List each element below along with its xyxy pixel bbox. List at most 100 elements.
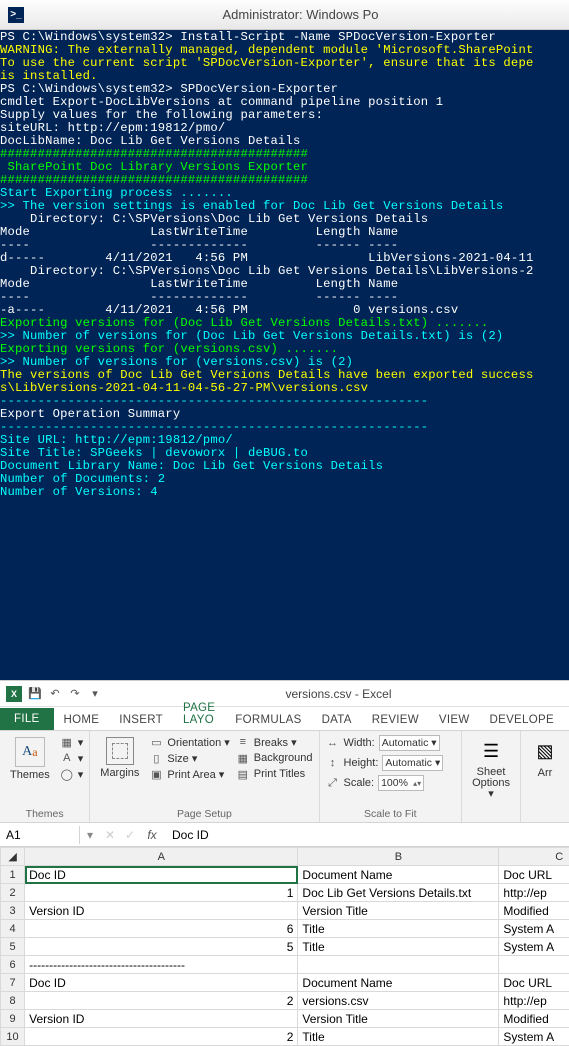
row-header[interactable]: 8: [1, 992, 25, 1010]
row-header[interactable]: 6: [1, 956, 25, 974]
row-header[interactable]: 1: [1, 866, 25, 884]
cell[interactable]: 2: [25, 992, 298, 1010]
orientation-button[interactable]: ▭Orientation ▾: [149, 735, 229, 749]
tab-developer[interactable]: DEVELOPE: [480, 710, 564, 730]
row-header[interactable]: 3: [1, 902, 25, 920]
theme-fonts-button[interactable]: A▾: [60, 751, 84, 765]
row-header[interactable]: 5: [1, 938, 25, 956]
effects-icon: ◯: [60, 767, 74, 781]
cell[interactable]: Version ID: [25, 1010, 298, 1028]
arrange-button[interactable]: ▧ Arr: [527, 735, 563, 781]
cell[interactable]: 6: [25, 920, 298, 938]
theme-colors-button[interactable]: ▦▾: [60, 735, 84, 749]
select-all-corner[interactable]: ◢: [1, 848, 25, 866]
cell[interactable]: Version ID: [25, 902, 298, 920]
themes-label: Themes: [10, 769, 50, 781]
ribbon-group-page-setup: Margins ▭Orientation ▾ ▯Size ▾ ▣Print Ar…: [90, 731, 319, 822]
row-header[interactable]: 9: [1, 1010, 25, 1028]
spreadsheet-grid[interactable]: ◢ABC 1Doc IDDocument NameDoc URL21Doc Li…: [0, 847, 569, 1046]
size-button[interactable]: ▯Size ▾: [149, 751, 229, 765]
redo-icon[interactable]: ↷: [68, 687, 82, 701]
sheet-options-label: SheetOptions ▾: [472, 767, 510, 800]
name-box[interactable]: A1: [0, 826, 80, 844]
cell[interactable]: Document Name: [298, 974, 499, 992]
cell[interactable]: System A: [499, 920, 569, 938]
cell[interactable]: Doc Lib Get Versions Details.txt: [298, 884, 499, 902]
width-icon: ↔: [326, 736, 340, 750]
tab-view[interactable]: VIEW: [429, 710, 480, 730]
cell[interactable]: Doc ID: [25, 974, 298, 992]
themes-button[interactable]: Aa Themes: [6, 735, 54, 783]
breaks-button[interactable]: ≡Breaks ▾: [236, 735, 313, 749]
undo-icon[interactable]: ↶: [48, 687, 62, 701]
background-button[interactable]: ▦Background: [236, 751, 313, 765]
cell[interactable]: Version Title: [298, 1010, 499, 1028]
cell[interactable]: Doc ID: [25, 866, 298, 884]
enter-formula-icon[interactable]: ✓: [120, 828, 140, 842]
powershell-titlebar[interactable]: >_ Administrator: Windows Po: [0, 0, 569, 30]
table-row: 46TitleSystem A: [1, 920, 569, 938]
cell[interactable]: Modified: [499, 902, 569, 920]
cell[interactable]: ---------------------------------------: [25, 956, 298, 974]
column-header[interactable]: B: [298, 848, 499, 866]
excel-logo-icon: X: [6, 686, 22, 702]
cell[interactable]: Modified: [499, 1010, 569, 1028]
terminal-line: Number of Versions: 4: [0, 486, 569, 499]
cell[interactable]: [298, 956, 499, 974]
cell[interactable]: Document Name: [298, 866, 499, 884]
cell[interactable]: 2: [25, 1028, 298, 1046]
cell[interactable]: 1: [25, 884, 298, 902]
tab-page-layout[interactable]: PAGE LAYO: [173, 698, 225, 730]
qat-customize-icon[interactable]: ▾: [88, 687, 102, 701]
row-header[interactable]: 2: [1, 884, 25, 902]
print-titles-button[interactable]: ▤Print Titles: [236, 767, 313, 781]
cell[interactable]: System A: [499, 938, 569, 956]
tab-data[interactable]: DATA: [312, 710, 362, 730]
formula-bar: A1 ▾ ✕ ✓ fx Doc ID: [0, 823, 569, 847]
scale-spinner[interactable]: 100%▴▾: [378, 775, 424, 791]
row-header[interactable]: 4: [1, 920, 25, 938]
width-combo[interactable]: Automatic ▾: [379, 735, 440, 751]
row-header[interactable]: 7: [1, 974, 25, 992]
cell[interactable]: versions.csv: [298, 992, 499, 1010]
formula-value[interactable]: Doc ID: [164, 826, 569, 844]
cell[interactable]: Version Title: [298, 902, 499, 920]
theme-effects-button[interactable]: ◯▾: [60, 767, 84, 781]
cell[interactable]: http://ep: [499, 884, 569, 902]
name-box-dropdown-icon[interactable]: ▾: [80, 828, 100, 842]
tab-power-query[interactable]: POWER QU: [564, 698, 569, 730]
column-header[interactable]: C: [499, 848, 569, 866]
cell[interactable]: Doc URL: [499, 866, 569, 884]
fx-icon[interactable]: fx: [140, 828, 164, 842]
cell[interactable]: Title: [298, 920, 499, 938]
row-header[interactable]: 10: [1, 1028, 25, 1046]
margins-icon: [106, 737, 134, 765]
cell[interactable]: [499, 956, 569, 974]
cell[interactable]: Title: [298, 1028, 499, 1046]
tab-review[interactable]: REVIEW: [362, 710, 429, 730]
cancel-formula-icon[interactable]: ✕: [100, 828, 120, 842]
print-area-button[interactable]: ▣Print Area ▾: [149, 767, 229, 781]
powershell-window: >_ Administrator: Windows Po PS C:\Windo…: [0, 0, 569, 680]
cell[interactable]: Doc URL: [499, 974, 569, 992]
cell[interactable]: Title: [298, 938, 499, 956]
excel-titlebar[interactable]: X 💾 ↶ ↷ ▾ versions.csv - Excel: [0, 681, 569, 707]
cell[interactable]: http://ep: [499, 992, 569, 1010]
cell[interactable]: System A: [499, 1028, 569, 1046]
powershell-terminal[interactable]: PS C:\Windows\system32> Install-Script -…: [0, 30, 569, 680]
tab-home[interactable]: HOME: [54, 710, 110, 730]
tab-formulas[interactable]: FORMULAS: [225, 710, 311, 730]
tab-insert[interactable]: INSERT: [109, 710, 173, 730]
save-icon[interactable]: 💾: [28, 687, 42, 701]
cell[interactable]: 5: [25, 938, 298, 956]
table-row: 9Version IDVersion TitleModified: [1, 1010, 569, 1028]
margins-button[interactable]: Margins: [96, 735, 143, 781]
height-combo[interactable]: Automatic ▾: [382, 755, 443, 771]
ribbon: Aa Themes ▦▾ A▾ ◯▾ Themes Margins ▭Orien…: [0, 731, 569, 823]
tab-file[interactable]: FILE: [0, 708, 54, 730]
width-label: Width:: [344, 737, 375, 749]
ribbon-group-scale-to-fit: ↔ Width: Automatic ▾ ↕ Height: Automatic…: [320, 731, 463, 822]
column-header[interactable]: A: [25, 848, 298, 866]
group-label-page-setup: Page Setup: [96, 806, 312, 820]
sheet-options-button[interactable]: ☰ SheetOptions ▾: [468, 735, 514, 802]
